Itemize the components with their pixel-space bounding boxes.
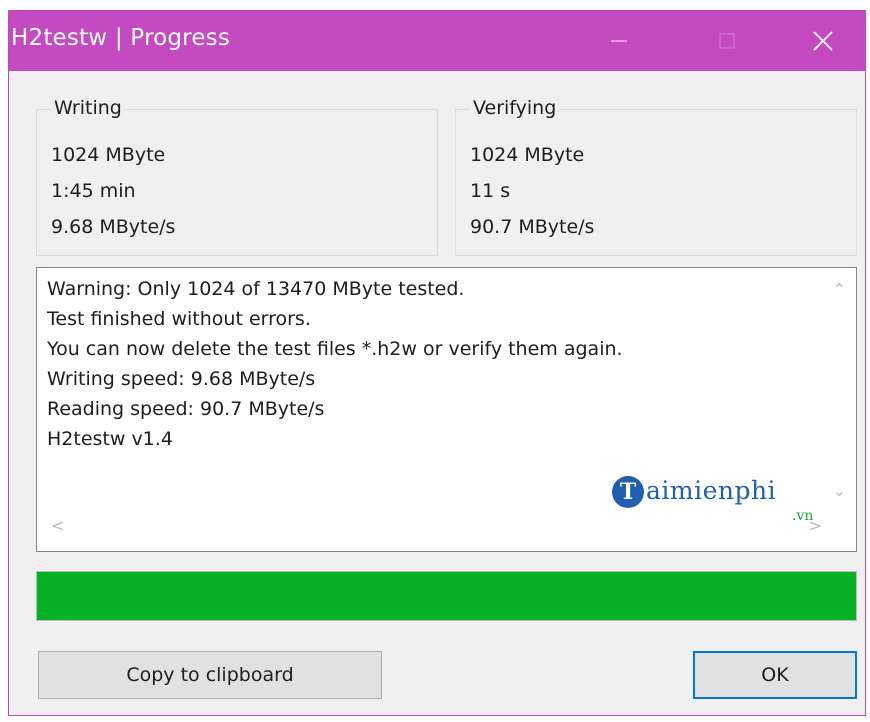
scroll-down-icon[interactable]: ⌄ xyxy=(833,481,846,500)
ok-button[interactable]: OK xyxy=(693,651,857,699)
writing-label: Writing xyxy=(51,97,125,119)
result-log[interactable]: Warning: Only 1024 of 13470 MByte tested… xyxy=(36,267,857,552)
writing-time: 1:45 min xyxy=(51,180,136,202)
taimienphi-watermark: T aimienphi .vn xyxy=(612,470,832,530)
minimize-button[interactable] xyxy=(589,11,649,71)
watermark-brand: aimienphi xyxy=(646,476,777,505)
scroll-left-icon[interactable]: < xyxy=(51,516,64,535)
verifying-time: 11 s xyxy=(470,180,511,202)
minimize-icon xyxy=(611,40,627,42)
copy-to-clipboard-button[interactable]: Copy to clipboard xyxy=(38,651,382,699)
verifying-label: Verifying xyxy=(470,97,560,119)
close-icon xyxy=(813,31,833,51)
log-line: Test finished without errors. xyxy=(47,308,311,330)
maximize-icon xyxy=(719,33,735,49)
log-line: You can now delete the test files *.h2w … xyxy=(47,338,623,360)
progress-bar-fill xyxy=(37,572,856,620)
progress-bar xyxy=(36,571,857,621)
window-title: H2testw | Progress xyxy=(11,25,231,51)
close-button[interactable] xyxy=(793,11,853,71)
h2testw-progress-window: H2testw | Progress Writing 1024 MByte 1:… xyxy=(8,10,866,716)
log-line: Writing speed: 9.68 MByte/s xyxy=(47,368,316,390)
scroll-up-icon[interactable]: ⌃ xyxy=(833,280,846,299)
verifying-size: 1024 MByte xyxy=(470,144,585,166)
log-line: Warning: Only 1024 of 13470 MByte tested… xyxy=(47,278,465,300)
writing-group: Writing 1024 MByte 1:45 min 9.68 MByte/s xyxy=(36,97,438,256)
verifying-group: Verifying 1024 MByte 11 s 90.7 MByte/s xyxy=(455,97,857,256)
title-bar[interactable]: H2testw | Progress xyxy=(9,11,865,71)
writing-size: 1024 MByte xyxy=(51,144,166,166)
log-line: Reading speed: 90.7 MByte/s xyxy=(47,398,325,420)
maximize-button[interactable] xyxy=(697,11,757,71)
verifying-speed: 90.7 MByte/s xyxy=(470,216,595,238)
log-line: H2testw v1.4 xyxy=(47,428,173,450)
writing-speed: 9.68 MByte/s xyxy=(51,216,176,238)
watermark-domain: .vn xyxy=(792,508,814,524)
taimienphi-logo-icon: T xyxy=(612,476,644,508)
